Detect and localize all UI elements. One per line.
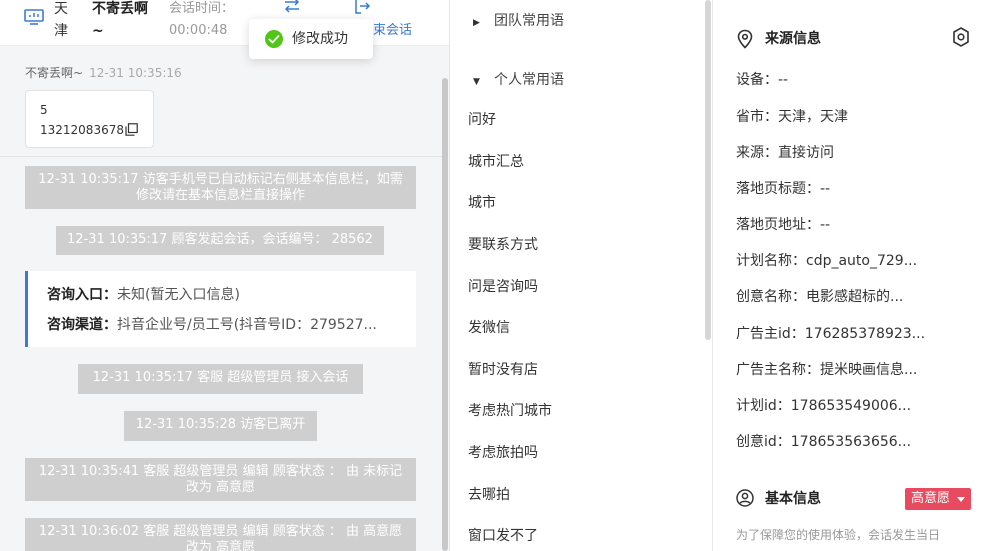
info-row-source: 来源：直接访问: [736, 145, 834, 161]
phrase-group-label: 个人常用语: [494, 72, 564, 88]
phrase-group-personal[interactable]: ▼ 个人常用语: [473, 69, 564, 93]
message-header: 不寄丢啊~ 12-31 10:35:16: [25, 64, 182, 82]
quick-phrases-panel: ▶ 团队常用语 ▼ 个人常用语 问好 城市汇总 城市 要联系方式 问是咨询吗 发微信…: [451, 0, 713, 551]
info-row-plan-id: 计划id：178653549006...: [736, 398, 912, 414]
consult-entry-label: 咨询入口：: [47, 287, 117, 303]
phrase-item[interactable]: 去哪拍: [468, 484, 510, 506]
user-icon: [736, 489, 754, 507]
caret-down-icon: [957, 497, 965, 502]
app-root: 天津 不寄丢啊~ 会话时间： 00:00:48 束会话 不寄丢啊~ 12-31 1…: [0, 0, 986, 551]
message-phone: 13212083678: [40, 123, 124, 137]
phrase-item[interactable]: 要联系方式: [468, 234, 538, 256]
info-row-plan-name: 计划名称：cdp_auto_729...: [736, 253, 918, 269]
copy-icon[interactable]: [125, 123, 138, 136]
info-row-advertiser-id: 广告主id：176285378923...: [736, 326, 926, 342]
chat-scrollbar[interactable]: [442, 78, 448, 551]
location-icon: [737, 29, 753, 49]
phrase-item[interactable]: 暂时没有店: [468, 359, 538, 381]
info-row-creative-name: 创意名称：电影感超标的...: [736, 289, 904, 305]
session-time-label: 会话时间：: [169, 1, 235, 16]
phrase-item[interactable]: 城市: [468, 192, 496, 214]
consult-entry-value: 未知(暂无入口信息): [117, 287, 240, 303]
system-message: 12-31 10:35:17 访客手机号已自动标记右侧基本信息栏，如需修改请在基…: [25, 166, 416, 209]
phrases-scrollbar[interactable]: [705, 0, 711, 340]
info-row-province: 省市：天津，天津: [736, 109, 848, 125]
system-message: 12-31 10:36:02 客服 超级管理员 编辑 顾客状态 ： 由 高意愿 …: [25, 518, 416, 551]
customer-status-dropdown[interactable]: 高意愿: [905, 488, 971, 510]
phrase-item[interactable]: 考虑旅拍吗: [468, 442, 538, 464]
consult-channel-value: 抖音企业号/员工号(抖音号ID：279527...: [117, 317, 377, 333]
system-message: 12-31 10:35:17 客服 超级管理员 接入会话: [78, 364, 363, 394]
session-time: 00:00:48: [169, 23, 228, 38]
phrase-item[interactable]: 问是咨询吗: [468, 276, 538, 298]
check-circle-icon: [265, 30, 283, 48]
phrase-group-team[interactable]: ▶ 团队常用语: [473, 10, 564, 34]
info-row-advertiser-name: 广告主名称：提米映画信息...: [736, 362, 918, 378]
visitor-info-panel: 来源信息 设备：-- 省市：天津，天津 来源：直接访问 落地页标题：-- 落地页…: [714, 0, 986, 551]
phrase-item[interactable]: 窗口发不了: [468, 525, 538, 547]
info-row-landing-title: 落地页标题：--: [736, 181, 831, 197]
settings-icon[interactable]: [951, 26, 971, 48]
consult-info-card: 咨询入口：未知(暂无入口信息) 咨询渠道：抖音企业号/员工号(抖音号ID：279…: [25, 271, 416, 347]
exit-icon[interactable]: [352, 0, 372, 16]
toast-text: 修改成功: [292, 31, 348, 47]
transfer-icon[interactable]: [282, 0, 302, 16]
visitor-message-bubble: 5 13212083678: [25, 90, 154, 148]
message-line-1: 5: [40, 103, 48, 117]
caret-down-icon: ▼: [473, 77, 480, 87]
end-session-button[interactable]: 束会话: [373, 21, 412, 41]
phrase-item[interactable]: 问好: [468, 109, 496, 131]
info-row-creative-id: 创意id：178653563656...: [736, 434, 912, 450]
phrase-item[interactable]: 考虑热门城市: [468, 400, 552, 422]
divider: [0, 156, 442, 157]
caret-right-icon: ▶: [473, 18, 480, 28]
message-time: 12-31 10:35:16: [89, 66, 182, 80]
message-sender: 不寄丢啊~: [25, 66, 84, 80]
source-info-title: 来源信息: [765, 31, 821, 47]
consult-channel-row: 咨询渠道：抖音企业号/员工号(抖音号ID：279527...: [47, 315, 377, 335]
phrase-item[interactable]: 城市汇总: [468, 151, 524, 173]
consult-channel-label: 咨询渠道：: [47, 317, 117, 333]
basic-info-title: 基本信息: [765, 491, 821, 507]
system-message: 12-31 10:35:28 访客已离开: [124, 411, 317, 441]
system-message: 12-31 10:35:41 客服 超级管理员 编辑 顾客状态 ： 由 未标记 …: [25, 458, 416, 501]
phrase-item[interactable]: 发微信: [468, 317, 510, 339]
consult-entry-row: 咨询入口：未知(暂无入口信息): [47, 285, 240, 305]
success-toast: 修改成功: [249, 19, 373, 59]
phrase-group-label: 团队常用语: [494, 13, 564, 29]
visitor-city: 天津: [54, 1, 68, 39]
status-tag-label: 高意愿: [911, 491, 951, 506]
monitor-icon: [24, 9, 44, 25]
visitor-name: 不寄丢啊~: [92, 1, 148, 39]
chat-header: 天津 不寄丢啊~ 会话时间： 00:00:48 束会话: [0, 0, 449, 46]
info-row-landing-url: 落地页地址：--: [736, 217, 831, 233]
privacy-notice: 为了保障您的使用体验，会话发生当日: [736, 528, 941, 542]
chat-panel: 天津 不寄丢啊~ 会话时间： 00:00:48 束会话 不寄丢啊~ 12-31 1…: [0, 0, 450, 551]
system-message: 12-31 10:35:17 顾客发起会话，会话编号： 28562: [56, 226, 384, 255]
info-row-device: 设备：--: [736, 72, 789, 88]
